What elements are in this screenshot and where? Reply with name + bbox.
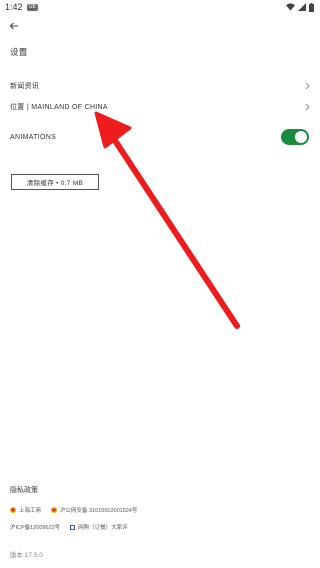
police-record-label: 沪公网安备 31010502001524号 <box>60 508 138 514</box>
police-emblem-icon <box>10 507 16 513</box>
cell-signal-icon <box>298 3 306 11</box>
icp-shanghai-item[interactable]: 上海工商 <box>10 506 41 514</box>
status-icons <box>286 2 314 12</box>
report-checkbox-icon <box>70 524 76 530</box>
page-title: 设置 <box>10 47 28 57</box>
battery-icon <box>309 2 314 12</box>
chevron-right-icon <box>305 103 310 111</box>
status-time: 1:42 <box>5 2 23 12</box>
police-record-item[interactable]: 沪公网安备 31010502001524号 <box>51 506 137 514</box>
icp-shanghai-label: 上海工商 <box>19 508 42 514</box>
status-bar: 1:42 GB <box>0 0 320 14</box>
settings-screen: 1:42 GB 设置 新闻资讯 位置 | MAINLAND OF CHINA A… <box>0 0 320 568</box>
back-button[interactable] <box>6 18 22 34</box>
toggle-knob <box>295 131 307 143</box>
status-left: 1:42 GB <box>5 2 38 12</box>
location-label: 位置 | MAINLAND OF CHINA <box>10 104 108 111</box>
icp-number-item[interactable]: 沪ICP备12009622号 <box>10 523 60 531</box>
police-emblem-icon <box>51 507 58 513</box>
arrow-left-icon <box>9 22 18 30</box>
chevron-right-icon <box>305 82 310 90</box>
location-row[interactable]: 位置 | MAINLAND OF CHINA <box>10 99 310 115</box>
animations-label: ANIMATIONS <box>10 133 57 141</box>
footer-line-2: 沪ICP备12009622号 网购（订餐）大家评 <box>10 523 138 531</box>
notification-badge: GB <box>26 3 38 11</box>
footer-line-1: 上海工商 沪公网安备 31010502001524号 <box>10 506 147 514</box>
clear-cache-button[interactable]: 清除缓存 • 0.7 MB <box>11 174 99 190</box>
report-item[interactable]: 网购（订餐）大家评 <box>70 523 128 531</box>
animations-row: ANIMATIONS <box>10 129 270 145</box>
icp-number-label: 沪ICP备12009622号 <box>10 525 61 531</box>
news-row[interactable]: 新闻资讯 <box>10 78 310 94</box>
privacy-policy-link[interactable]: 隐私政策 <box>10 485 38 495</box>
news-label: 新闻资讯 <box>10 83 40 90</box>
version-label: 版本 17.5.0 <box>10 552 43 559</box>
animations-toggle[interactable] <box>281 129 309 145</box>
wifi-icon <box>286 3 295 11</box>
report-label: 网购（订餐）大家评 <box>78 525 128 531</box>
